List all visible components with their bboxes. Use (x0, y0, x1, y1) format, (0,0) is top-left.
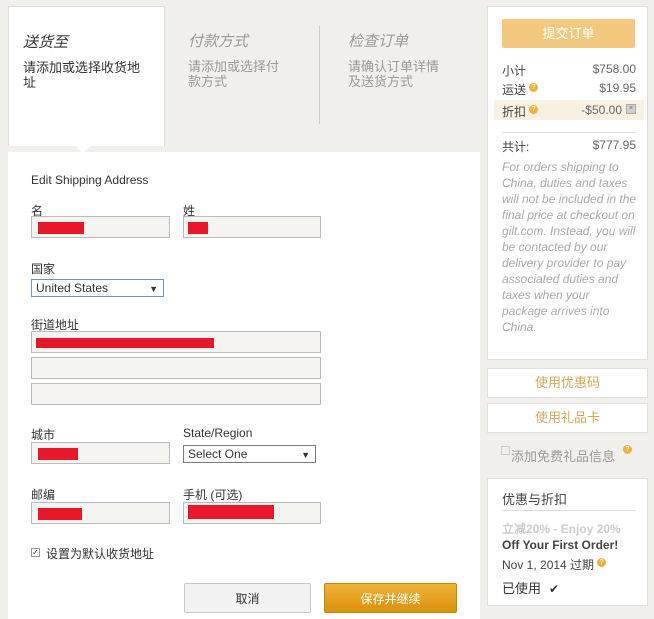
gift-message-checkbox[interactable] (501, 446, 510, 455)
discount-label: 折扣 (502, 105, 527, 119)
use-coupon-link[interactable]: 使用优惠码 (487, 368, 648, 398)
discount-row: 折扣? -$50.00 × (494, 100, 644, 120)
state-label: State/Region (183, 426, 253, 440)
street-field-2[interactable] (31, 357, 321, 379)
promo-title: 优惠与折扣 (502, 492, 568, 507)
help-icon[interactable]: ? (623, 445, 632, 454)
zip-field[interactable] (31, 502, 170, 524)
promo-divider (502, 510, 636, 511)
total-value: $777.95 (592, 138, 636, 152)
subtotal-label: 小计 (502, 64, 527, 78)
shipping-value: $19.95 (599, 81, 636, 95)
cancel-button[interactable]: 取消 (184, 583, 311, 613)
city-label: 城市 (31, 428, 56, 442)
step-payment[interactable]: 付款方式 请添加或选择付款方式 (174, 6, 304, 146)
promo-used: 已使用 ✔ (502, 578, 559, 597)
step-payment-title: 付款方式 (188, 34, 249, 50)
state-select[interactable]: Select One ▼ (183, 445, 316, 463)
step-shipping-title: 送货至 (23, 35, 69, 51)
order-summary: 提交订单 小计 $758.00 运送? $19.95 折扣? -$50.00 ×… (487, 6, 648, 360)
total-label: 共计: (502, 140, 530, 154)
country-label: 国家 (31, 262, 56, 276)
help-icon[interactable]: ? (597, 558, 607, 567)
shipping-label: 运送 (502, 83, 527, 97)
step-payment-desc: 请添加或选择付款方式 (188, 59, 280, 89)
street-field-3[interactable] (31, 383, 321, 405)
help-icon[interactable]: ? (529, 105, 539, 114)
duties-note: For orders shipping to China, duties and… (502, 160, 637, 334)
redaction (188, 222, 208, 234)
promo-used-label: 已使用 (502, 581, 542, 596)
help-icon[interactable]: ? (529, 83, 539, 92)
step-shipping-desc: 请添加或选择收货地址 (23, 60, 141, 90)
promo-expiry-text: Nov 1, 2014 过期 (502, 558, 595, 572)
summary-divider (502, 132, 636, 133)
redaction (36, 338, 214, 348)
redaction (188, 505, 274, 519)
last-name-field[interactable] (183, 216, 321, 238)
shipping-form: Edit Shipping Address 名 姓 国家 United Stat… (8, 152, 480, 619)
promo-name-line1: 立减20% - Enjoy 20% (502, 522, 621, 536)
promo-name: 立减20% - Enjoy 20% Off Your First Order! (502, 522, 642, 552)
step-review-desc: 请确认订单详情及送货方式 (348, 59, 440, 89)
redaction (38, 448, 78, 460)
country-select[interactable]: United States ▼ (31, 279, 164, 297)
phone-field[interactable] (183, 502, 321, 524)
use-gift-card-link[interactable]: 使用礼品卡 (487, 403, 648, 433)
step-shipping[interactable]: 送货至 请添加或选择收货地址 (8, 6, 165, 146)
promo-name-line2: Off Your First Order! (502, 538, 619, 552)
remove-discount-icon[interactable]: × (626, 104, 636, 114)
chevron-down-icon: ▼ (301, 450, 310, 460)
total-row: 共计: $777.95 (502, 138, 636, 154)
city-field[interactable] (31, 442, 170, 464)
step-review[interactable]: 检查订单 请确认订单详情及送货方式 (334, 6, 464, 146)
default-address-label: 设置为默认收货地址 (46, 547, 155, 561)
step-review-title: 检查订单 (348, 34, 409, 50)
gift-message-row: 添加免费礼品信息 ? (487, 440, 648, 470)
promo-expiry: Nov 1, 2014 过期? (502, 556, 607, 573)
shipping-row: 运送? $19.95 (502, 81, 636, 97)
step-divider (319, 26, 320, 124)
form-heading: Edit Shipping Address (31, 173, 149, 187)
subtotal-value: $758.00 (592, 62, 636, 76)
save-continue-button[interactable]: 保存并继续 (324, 583, 457, 613)
discount-value: -$50.00 (581, 103, 622, 117)
gift-message-label: 添加免费礼品信息 (511, 449, 616, 464)
state-value: Select One (188, 447, 248, 461)
country-value: United States (36, 281, 109, 295)
check-icon: ✔ (549, 582, 560, 596)
redaction (38, 508, 82, 520)
submit-order-button[interactable]: 提交订单 (502, 19, 635, 48)
subtotal-row: 小计 $758.00 (502, 62, 636, 78)
street-field-1[interactable] (31, 331, 321, 353)
chevron-down-icon: ▼ (149, 284, 158, 294)
phone-label: 手机 (可选) (183, 488, 243, 502)
first-name-field[interactable] (31, 216, 170, 238)
redaction (38, 222, 84, 234)
promotions-panel: 优惠与折扣 立减20% - Enjoy 20% Off Your First O… (487, 478, 648, 606)
default-address-checkbox[interactable]: ✓ (31, 548, 40, 557)
zip-label: 邮编 (31, 488, 56, 502)
